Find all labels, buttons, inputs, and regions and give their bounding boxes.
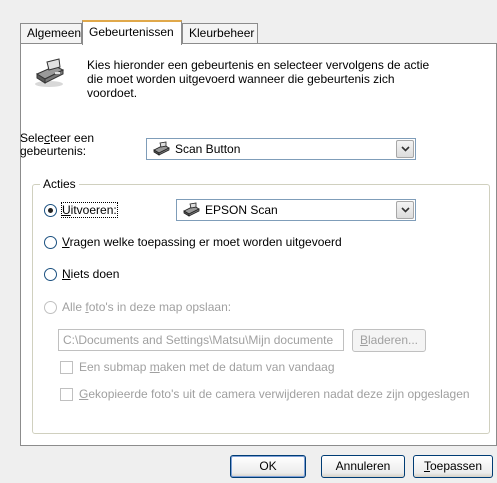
run-label-key: U: [62, 203, 71, 217]
browse-button[interactable]: Bladeren...: [352, 329, 426, 352]
nothing-radio-label[interactable]: Niets doen: [62, 267, 119, 281]
scanner-icon: [153, 141, 171, 160]
save-radio[interactable]: [44, 301, 57, 314]
save-label-pre: Alle: [62, 300, 86, 314]
scanner-icon: [33, 58, 67, 91]
subfolder-rest: aken met de datum van vandaag: [159, 360, 335, 374]
run-label-rest: itvoeren:: [70, 203, 117, 217]
event-label-post: teer een: [50, 131, 95, 145]
delete-label[interactable]: Gekopieerde foto's uit de camera verwijd…: [79, 387, 470, 401]
subfolder-label[interactable]: Een submap maken met de datum van vandaa…: [79, 360, 335, 374]
intro-text: Kies hieronder een gebeurtenis en select…: [87, 58, 429, 100]
run-radio[interactable]: [44, 204, 57, 217]
event-label: Selecteer een gebeurtenis:: [20, 132, 94, 158]
event-dropdown[interactable]: Scan Button: [146, 138, 416, 160]
apply-rest: oepassen: [429, 459, 483, 473]
chevron-down-icon[interactable]: [396, 201, 414, 219]
actions-group-label: Acties: [40, 177, 79, 191]
browse-rest: laderen...: [367, 333, 419, 347]
chevron-down-icon[interactable]: [396, 140, 414, 158]
event-label-line2: gebeurtenis:: [20, 144, 87, 158]
browse-key: B: [359, 333, 368, 347]
ask-label-rest: ragen welke toepassing er moet worden ui…: [69, 235, 342, 249]
save-label-rest: oto's in deze map opslaan:: [88, 300, 232, 314]
delete-key: G: [79, 387, 89, 401]
program-dropdown[interactable]: EPSON Scan: [176, 199, 416, 221]
nothing-radio[interactable]: [44, 268, 57, 281]
subfolder-pre: Een submap: [79, 360, 150, 374]
ask-radio[interactable]: [44, 236, 57, 249]
subfolder-key: m: [149, 360, 160, 374]
apply-button[interactable]: Toepassen: [413, 455, 493, 478]
intro-line-1: Kies hieronder een gebeurtenis en select…: [87, 58, 430, 72]
properties-dialog: Algemeen Gebeurtenissen Kleurbeheer Kies…: [0, 0, 497, 483]
event-label-pre: Sele: [20, 131, 45, 145]
event-dropdown-value: Scan Button: [175, 142, 241, 156]
ok-button[interactable]: OK: [230, 455, 306, 478]
ask-radio-label[interactable]: Vragen welke toepassing er moet worden u…: [62, 235, 342, 249]
scanner-icon: [183, 202, 201, 221]
program-dropdown-value: EPSON Scan: [205, 203, 278, 217]
delete-checkbox[interactable]: [60, 388, 73, 401]
nothing-label-rest: iets doen: [70, 267, 120, 281]
nothing-label-key: N: [62, 267, 71, 281]
run-radio-label[interactable]: Uitvoeren:: [61, 202, 118, 218]
intro-line-2: die moet worden uitgevoerd wanneer die g…: [87, 72, 395, 86]
save-radio-label[interactable]: Alle foto's in deze map opslaan:: [62, 300, 231, 314]
subfolder-checkbox[interactable]: [60, 361, 73, 374]
delete-rest: ekopieerde foto's uit de camera verwijde…: [88, 387, 470, 401]
cancel-button[interactable]: Annuleren: [321, 455, 405, 478]
intro-line-3: voordoet.: [87, 86, 138, 100]
ask-label-key: V: [62, 235, 70, 249]
folder-path-field[interactable]: C:\Documents and Settings\Matsu\Mijn doc…: [58, 329, 344, 351]
